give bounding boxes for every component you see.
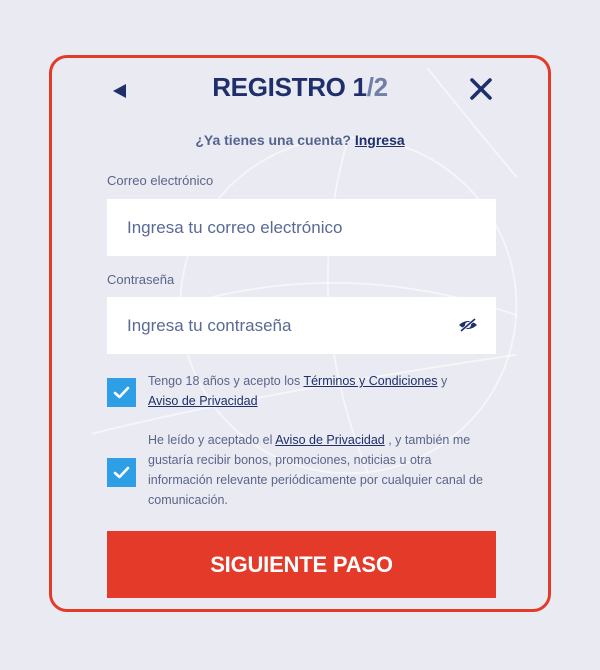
title-separator: / xyxy=(366,72,374,102)
email-field-box xyxy=(107,199,496,256)
email-label: Correo electrónico xyxy=(107,173,214,188)
eye-slash-icon xyxy=(459,317,477,333)
terms-conditions-link[interactable]: Términos y Condiciones xyxy=(303,374,437,388)
marketing-privacy-link[interactable]: Aviso de Privacidad xyxy=(275,433,385,447)
close-icon xyxy=(470,78,492,100)
email-field[interactable] xyxy=(127,217,427,238)
title-step: REGISTRO 1 xyxy=(212,72,367,102)
password-field[interactable] xyxy=(127,315,427,336)
password-field-box xyxy=(107,297,496,354)
marketing-text-before: He leído y aceptado el xyxy=(148,433,276,447)
terms-text: Tengo 18 años y acepto los Términos y Co… xyxy=(148,371,498,411)
terms-text-and: y xyxy=(437,374,448,388)
password-label: Contraseña xyxy=(107,272,175,287)
terms-checkbox[interactable] xyxy=(107,378,136,407)
terms-text-before: Tengo 18 años y acepto los xyxy=(148,374,304,388)
checkmark-icon xyxy=(113,386,130,399)
password-visibility-toggle[interactable] xyxy=(458,317,478,333)
next-step-button[interactable]: SIGUIENTE PASO xyxy=(107,531,496,598)
terms-privacy-link[interactable]: Aviso de Privacidad xyxy=(148,394,258,408)
close-button[interactable] xyxy=(468,76,494,102)
marketing-text: He leído y aceptado el Aviso de Privacid… xyxy=(148,430,498,510)
login-question: ¿Ya tienes una cuenta? xyxy=(195,132,351,148)
title-total-steps: 2 xyxy=(373,72,388,102)
registration-card: REGISTRO 1/2 ¿Ya tienes una cuenta? Ingr… xyxy=(49,55,551,612)
login-prompt: ¿Ya tienes una cuenta? Ingresa xyxy=(52,132,548,148)
checkmark-icon xyxy=(113,466,130,479)
marketing-checkbox[interactable] xyxy=(107,458,136,487)
login-link[interactable]: Ingresa xyxy=(355,132,405,148)
